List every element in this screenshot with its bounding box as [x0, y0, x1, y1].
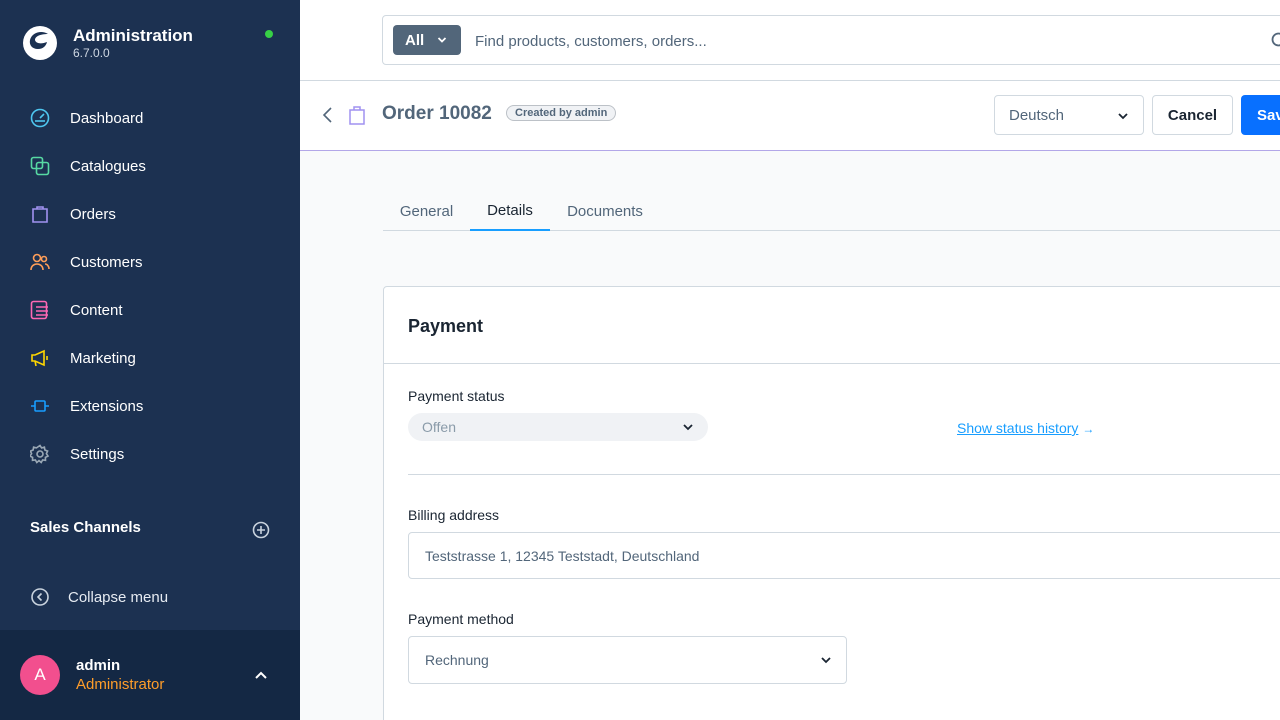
nav-item-content[interactable]: Content: [0, 286, 300, 334]
card-title: Payment: [408, 316, 484, 336]
card-header: Payment: [384, 287, 1280, 364]
search-type-label: All: [405, 31, 425, 49]
save-button[interactable]: Save: [1241, 95, 1280, 135]
marketing-icon: [31, 349, 48, 367]
nav-item-extensions[interactable]: Extensions: [0, 382, 300, 430]
tab-details[interactable]: Details: [470, 192, 550, 231]
content-icon: [30, 300, 48, 320]
search-input[interactable]: [475, 27, 1255, 55]
nav-item-marketing[interactable]: Marketing: [0, 334, 300, 382]
search-icon[interactable]: [1271, 32, 1280, 50]
chevron-down-icon: [1118, 113, 1128, 120]
tab-general[interactable]: General: [383, 192, 470, 231]
global-search: All: [382, 15, 1280, 65]
brand-version: 6.7.0.0: [73, 46, 110, 60]
sales-channels-header: Sales Channels: [30, 519, 270, 541]
nav-label: Orders: [70, 205, 116, 223]
payment-method-value: Rechnung: [425, 652, 489, 668]
online-status-dot: [265, 30, 273, 38]
payment-method-select[interactable]: Rechnung: [408, 636, 847, 684]
payment-method-label: Payment method: [408, 611, 514, 627]
top-search-bar: All: [300, 0, 1280, 81]
dashboard-icon: [30, 108, 50, 128]
nav-item-catalogues[interactable]: Catalogues: [0, 142, 300, 190]
user-name: admin: [76, 657, 121, 674]
billing-address-label: Billing address: [408, 507, 500, 523]
history-link-label: Show status history: [957, 420, 1079, 436]
user-role: Administrator: [76, 676, 165, 693]
settings-icon: [30, 444, 50, 464]
nav-label: Dashboard: [70, 109, 144, 127]
arrow-right-icon: →: [1082, 422, 1095, 436]
collapse-menu-button[interactable]: Collapse menu: [30, 586, 168, 608]
nav-label: Customers: [70, 253, 143, 271]
shopware-logo-icon: [23, 26, 57, 60]
brand-title: Administration: [73, 26, 193, 45]
order-tabs: General Details Documents: [383, 192, 1280, 231]
tab-documents[interactable]: Documents: [550, 192, 660, 231]
show-status-history-link[interactable]: Show status history →: [957, 420, 1094, 436]
collapse-menu-label: Collapse menu: [68, 588, 169, 606]
smart-bar: Order 10082 Created by admin Deutsch Can…: [300, 81, 1280, 151]
billing-address-field[interactable]: Teststrasse 1, 12345 Teststadt, Deutschl…: [408, 532, 1280, 579]
orders-icon: [32, 206, 48, 223]
avatar: A: [20, 655, 60, 695]
nav-item-customers[interactable]: Customers: [0, 238, 300, 286]
orders-icon: [349, 106, 365, 125]
payment-status-value: Offen: [422, 419, 456, 435]
extensions-icon: [31, 400, 49, 412]
chevron-down-icon: [683, 424, 693, 431]
language-value: Deutsch: [1009, 106, 1065, 124]
main-nav: Dashboard Catalogues Orders Customers Co…: [0, 94, 300, 478]
user-profile[interactable]: A admin Administrator: [0, 630, 300, 720]
add-sales-channel-icon[interactable]: [252, 521, 270, 539]
billing-address-value: Teststrasse 1, 12345 Teststadt, Deutschl…: [425, 547, 700, 564]
cancel-button[interactable]: Cancel: [1152, 95, 1233, 135]
sales-channels-label: Sales Channels: [30, 519, 141, 536]
nav-label: Extensions: [70, 397, 144, 415]
nav-item-dashboard[interactable]: Dashboard: [0, 94, 300, 142]
nav-label: Settings: [70, 445, 125, 463]
nav-label: Marketing: [70, 349, 136, 367]
payment-status-select[interactable]: Offen: [408, 413, 708, 441]
nav-item-orders[interactable]: Orders: [0, 190, 300, 238]
language-select[interactable]: Deutsch: [994, 95, 1144, 135]
created-by-badge: Created by admin: [506, 105, 617, 121]
sidebar: Administration 6.7.0.0 Dashboard Catalog…: [0, 0, 300, 720]
search-type-select[interactable]: All: [393, 25, 461, 55]
chevron-up-icon[interactable]: [254, 668, 268, 682]
nav-label: Catalogues: [70, 157, 146, 175]
nav-label: Content: [70, 301, 123, 319]
chevron-down-icon: [437, 37, 447, 43]
back-arrow-icon[interactable]: [320, 106, 336, 124]
customers-icon: [30, 253, 50, 271]
collapse-arrow-icon: [31, 588, 49, 606]
nav-item-settings[interactable]: Settings: [0, 430, 300, 478]
payment-card: Payment Payment status Offen Show status…: [383, 286, 1280, 720]
page-title: Order 10082: [382, 103, 492, 124]
brand: Administration 6.7.0.0: [22, 22, 282, 62]
payment-status-label: Payment status: [408, 388, 505, 404]
chevron-down-icon: [821, 657, 831, 664]
divider: [408, 474, 1280, 475]
catalogue-icon: [30, 156, 50, 176]
